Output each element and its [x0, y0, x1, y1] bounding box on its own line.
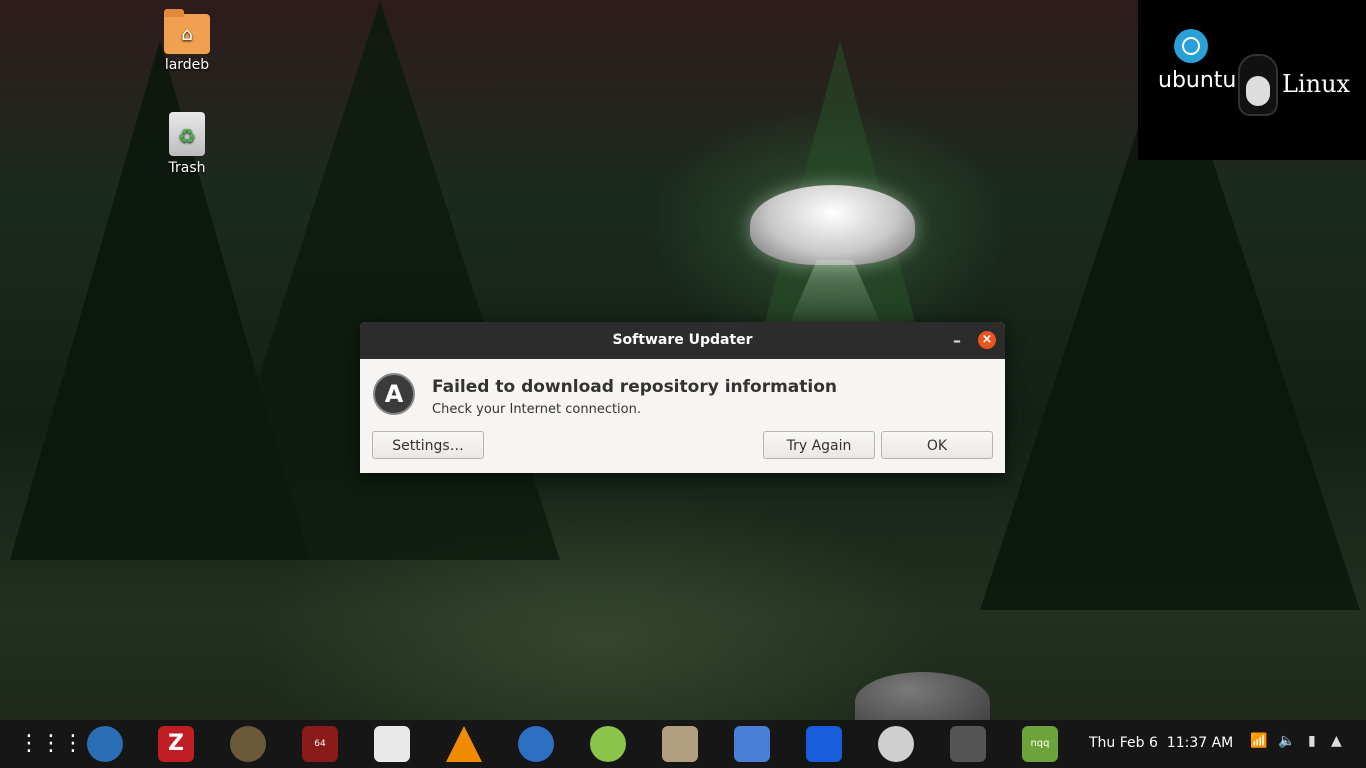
minimize-button[interactable]: – — [953, 322, 961, 359]
home-folder-icon: ⌂ — [164, 9, 210, 54]
pin-icon[interactable] — [950, 726, 986, 762]
dialog-title: Software Updater — [612, 332, 753, 348]
ufo-image — [750, 185, 915, 265]
desktop-icon-label: lardeb — [164, 57, 210, 73]
volume-icon[interactable]: 🔈 — [1278, 733, 1295, 749]
nqq-label: nqq — [1030, 738, 1050, 749]
disk-icon[interactable] — [878, 726, 914, 762]
bitwarden-icon[interactable] — [806, 726, 842, 762]
linux-text: Linux — [1282, 70, 1351, 98]
software-updater-dialog: Software Updater – × A Failed to downloa… — [360, 322, 1005, 473]
ubuntu-logo-icon — [1174, 29, 1208, 63]
try-again-button[interactable]: Try Again — [763, 431, 875, 459]
app-green-icon[interactable] — [590, 726, 626, 762]
error-message: Check your Internet connection. — [432, 402, 641, 417]
branding-panel: ubuntu Linux — [1138, 0, 1366, 160]
app-64-label: 64 — [314, 739, 326, 749]
tux-penguin-icon — [1238, 54, 1278, 116]
ubuntu-text: ubuntu — [1158, 68, 1237, 93]
dialog-titlebar[interactable]: Software Updater – × — [360, 322, 1005, 359]
battery-icon[interactable]: ▮ — [1308, 733, 1316, 749]
thunderbird-icon[interactable] — [518, 726, 554, 762]
bluefish-icon[interactable] — [87, 726, 123, 762]
filezilla-icon[interactable]: Z — [158, 726, 194, 762]
wifi-icon[interactable]: 📶 — [1250, 733, 1267, 749]
software-updater-icon: A — [373, 373, 415, 415]
desktop-icon-label: Trash — [168, 160, 206, 176]
settings-button[interactable]: Settings… — [372, 431, 484, 459]
disk-usage-icon[interactable] — [662, 726, 698, 762]
app-64-icon[interactable]: 64 — [302, 726, 338, 762]
show-applications-icon[interactable]: ⋮⋮⋮ — [18, 732, 84, 756]
desktop-icon-home[interactable]: ⌂ lardeb — [147, 9, 227, 73]
tray-menu-icon[interactable]: ▲ — [1331, 733, 1342, 749]
app-tiles-icon[interactable] — [374, 726, 410, 762]
ok-button[interactable]: OK — [881, 431, 993, 459]
desktop-icon-trash[interactable]: ♻ Trash — [147, 112, 227, 176]
screenshot-icon[interactable] — [734, 726, 770, 762]
trash-icon: ♻ — [169, 112, 205, 156]
taskbar: ⋮⋮⋮ Z 64 nqq Thu Feb 6 11:37 AM 📶 🔈 ▮ ▲ — [0, 720, 1366, 768]
gimp-icon[interactable] — [230, 726, 266, 762]
clock[interactable]: Thu Feb 6 11:37 AM — [1089, 735, 1233, 751]
close-button[interactable]: × — [978, 331, 996, 349]
nqq-icon[interactable]: nqq — [1022, 726, 1058, 762]
background-tree — [200, 0, 560, 560]
vlc-icon[interactable] — [446, 726, 482, 762]
error-heading: Failed to download repository informatio… — [432, 377, 838, 397]
